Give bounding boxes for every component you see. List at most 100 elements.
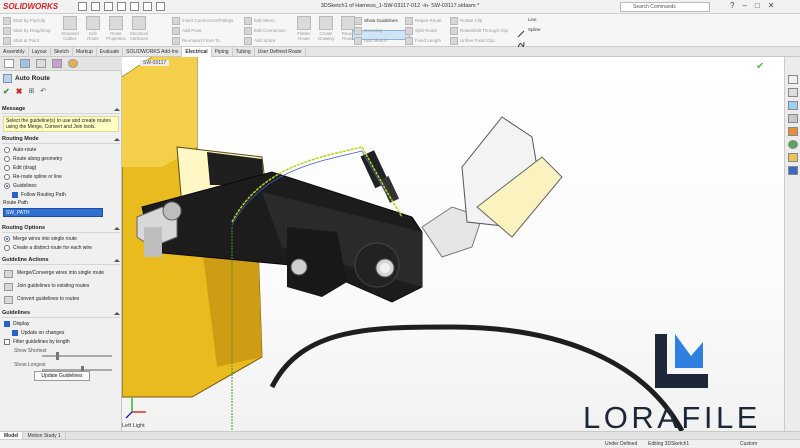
radio[interactable] xyxy=(4,244,10,251)
join-guidelines-action[interactable]: Join guidelines to existing routes xyxy=(4,280,120,293)
option-distinct-route[interactable]: Create a distinct route for each wire xyxy=(4,243,120,252)
radio[interactable] xyxy=(4,164,10,171)
unfree-clip-button[interactable]: Unfree Fixed Clip xyxy=(450,36,508,46)
repair-route-button[interactable]: Repair Route xyxy=(405,16,442,26)
edit-wires-button[interactable]: Edit Wires xyxy=(244,16,286,26)
section-header[interactable]: Routing Mode xyxy=(2,136,120,144)
checkbox-checked[interactable] xyxy=(12,191,18,198)
search-commands-input[interactable]: Search Commands xyxy=(620,2,710,12)
edit-connection-button[interactable]: Edit Connection xyxy=(244,26,286,36)
slider-thumb[interactable] xyxy=(56,352,59,360)
tab-assembly[interactable]: Assembly xyxy=(0,47,29,57)
flatten-route-button[interactable]: Flatten Route xyxy=(294,16,314,41)
radio[interactable] xyxy=(4,146,10,153)
collapse-icon[interactable] xyxy=(114,312,120,315)
cancel-icon[interactable]: ✖ xyxy=(16,87,23,96)
dim-expert-icon[interactable] xyxy=(52,59,62,68)
ok-icon[interactable]: ✔ xyxy=(3,87,10,96)
section-header[interactable]: Routing Options xyxy=(2,225,120,233)
edit-route-button[interactable]: Edit Route xyxy=(83,16,103,41)
appearance-icon[interactable] xyxy=(68,59,78,68)
section-header[interactable]: Message xyxy=(2,106,120,114)
mode-guidelines[interactable]: Guidelines xyxy=(4,181,120,190)
route-properties-button[interactable]: Route Properties xyxy=(106,16,126,41)
new-icon[interactable] xyxy=(78,2,87,11)
start-by-drag-button[interactable]: Start by Drag/Drop xyxy=(3,26,51,36)
rotate-clip-button[interactable]: Rotate Clip xyxy=(450,16,508,26)
minimize-button[interactable]: – xyxy=(742,1,746,10)
collapse-icon[interactable] xyxy=(114,227,120,230)
print-icon[interactable] xyxy=(117,2,126,11)
appearances-icon[interactable] xyxy=(787,140,798,149)
checkbox[interactable] xyxy=(4,338,10,345)
create-drawing-button[interactable]: Create Drawing xyxy=(316,16,336,41)
merge-converge-action[interactable]: Merge/Converge wires into single route xyxy=(4,267,120,280)
shortest-slider[interactable] xyxy=(42,352,112,360)
fixed-length-button[interactable]: Fixed Length xyxy=(405,36,442,46)
standard-cables-button[interactable]: Standard Cables xyxy=(60,16,80,41)
tab-electrical[interactable]: Electrical xyxy=(182,47,212,57)
tab-markup[interactable]: Markup xyxy=(73,47,97,57)
mode-auto-route[interactable]: Auto-route xyxy=(4,145,120,154)
update-on-changes-checkbox[interactable]: Update on changes xyxy=(12,328,120,337)
start-by-pin-button[interactable]: Start by Pin/Clip xyxy=(3,16,51,26)
collapse-icon[interactable] xyxy=(114,108,120,111)
radio-selected[interactable] xyxy=(4,235,10,242)
tab-piping[interactable]: Piping xyxy=(212,47,233,57)
select-icon[interactable] xyxy=(143,2,152,11)
collapse-icon[interactable] xyxy=(114,259,120,262)
tab-layout[interactable]: Layout xyxy=(29,47,51,57)
tab-tubing[interactable]: Tubing xyxy=(233,47,255,57)
property-manager-icon[interactable] xyxy=(20,59,30,68)
covering-button[interactable]: Covering xyxy=(354,26,398,36)
radio[interactable] xyxy=(4,155,10,162)
tab-addins[interactable]: SOLIDWORKS Add-Ins xyxy=(123,47,183,57)
add-sketch-button[interactable]: Add Sketch xyxy=(354,36,398,46)
radio[interactable] xyxy=(4,173,10,180)
route-through-clip-button[interactable]: Route/Edit Through Clip xyxy=(450,26,508,36)
save-icon[interactable] xyxy=(104,2,113,11)
custom-properties-icon[interactable] xyxy=(787,153,798,162)
mode-route-along-geometry[interactable]: Route along geometry xyxy=(4,154,120,163)
help-button[interactable]: ? xyxy=(730,1,734,10)
view-palette-icon[interactable] xyxy=(787,127,798,136)
update-guidelines-button[interactable]: Update Guidelines xyxy=(34,371,90,381)
mode-edit-drag[interactable]: Edit (drag) xyxy=(4,163,120,172)
electrical-attributes-button[interactable]: Electrical Attributes xyxy=(129,16,149,41)
tab-user-defined-route[interactable]: User Defined Route xyxy=(255,47,306,57)
resources-icon[interactable] xyxy=(787,88,798,97)
start-at-point-button[interactable]: Start at Point xyxy=(3,36,51,46)
solidworks-forum-icon[interactable] xyxy=(787,166,798,175)
collapse-icon[interactable] xyxy=(114,138,120,141)
home-icon[interactable] xyxy=(787,75,798,84)
add-splice-button[interactable]: Add Splice xyxy=(244,36,286,46)
mode-reroute-spline[interactable]: Re-route spline or line xyxy=(4,172,120,181)
checkbox-checked[interactable] xyxy=(4,320,10,327)
spline-button[interactable]: Spline xyxy=(528,27,541,32)
add-point-button[interactable]: Add Point xyxy=(172,26,233,36)
confirm-corner-icon[interactable]: ✔ xyxy=(756,61,764,72)
insert-connectors-button[interactable]: Insert Connectors/Fittings xyxy=(172,16,233,26)
undo-icon[interactable] xyxy=(130,2,139,11)
tab-evaluate[interactable]: Evaluate xyxy=(97,47,124,57)
section-header[interactable]: Guidelines xyxy=(2,310,120,318)
route-path-field[interactable]: SW_PATH xyxy=(3,208,103,217)
close-button[interactable]: ✕ xyxy=(768,1,775,10)
section-header[interactable]: Guideline Actions xyxy=(2,257,120,265)
open-icon[interactable] xyxy=(91,2,100,11)
options-icon[interactable] xyxy=(156,2,165,11)
convert-guidelines-action[interactable]: Convert guidelines to routes xyxy=(4,293,120,306)
pushpin-icon[interactable]: ⊞ xyxy=(28,87,34,96)
line-button[interactable]: Line xyxy=(528,17,537,22)
reimport-button[interactable]: Re-import From-To xyxy=(172,36,233,46)
status-units[interactable]: Custom xyxy=(740,441,757,447)
file-explorer-icon[interactable] xyxy=(787,114,798,123)
config-manager-icon[interactable] xyxy=(36,59,46,68)
checkbox-checked[interactable] xyxy=(12,329,18,336)
undo-icon[interactable]: ↶ xyxy=(40,87,46,96)
follow-routing-path[interactable]: Follow Routing Path xyxy=(12,190,120,199)
option-merge-wires[interactable]: Merge wires into single route xyxy=(4,234,120,243)
show-guidelines-button[interactable]: Show Guidelines xyxy=(354,16,398,26)
maximize-button[interactable]: □ xyxy=(755,1,760,10)
feature-tree-icon[interactable] xyxy=(4,59,14,68)
